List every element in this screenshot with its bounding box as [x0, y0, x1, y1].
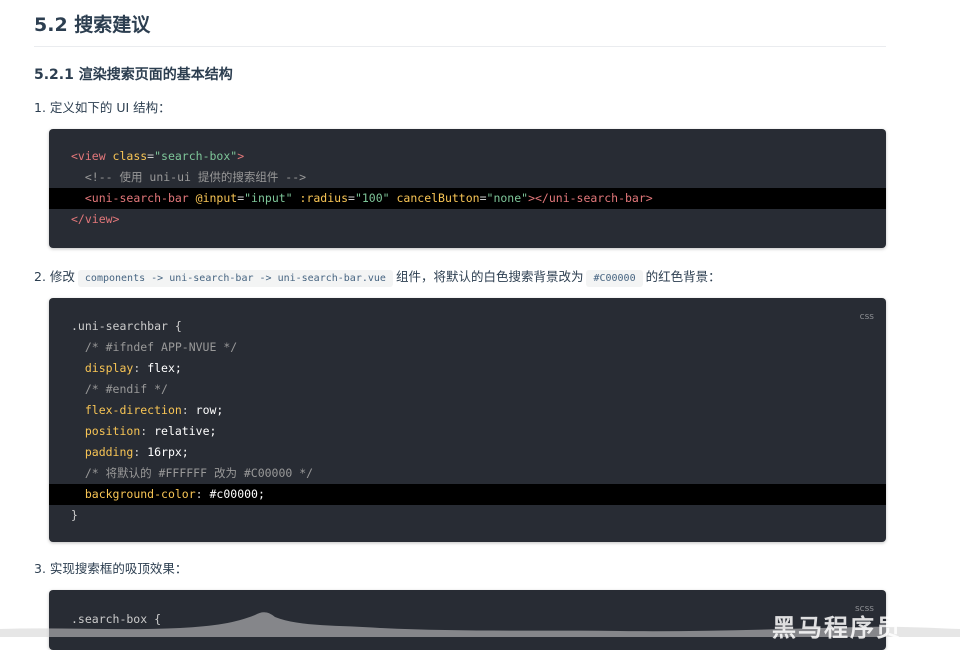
code-line: .uni-searchbar {	[71, 319, 182, 333]
inline-code-path: components -> uni-search-bar -> uni-sear…	[77, 270, 393, 287]
code-line-highlighted: <uni-search-bar @input="input" :radius="…	[49, 188, 886, 209]
code-line: padding: 16rpx;	[84, 445, 189, 459]
code-line: .search-box {	[71, 612, 162, 626]
code-line: <view class="search-box">	[71, 149, 245, 163]
language-label: css	[859, 312, 874, 322]
code-line: <!-- 使用 uni-ui 提供的搜索组件 -->	[84, 170, 307, 184]
code-line: position: relative;	[84, 424, 217, 438]
code-block-ui-structure: <view class="search-box"> <!-- 使用 uni-ui…	[49, 129, 886, 248]
inline-code-color: #C00000	[586, 270, 643, 287]
code-line: </view>	[71, 212, 120, 226]
section-heading: 5.2 搜索建议	[34, 10, 886, 47]
code-line: }	[71, 508, 78, 522]
code-line: display: flex;	[84, 361, 182, 375]
code-line: /* 将默认的 #FFFFFF 改为 #C00000 */	[84, 466, 314, 480]
step-2-text: 2. 修改 components -> uni-search-bar -> uni…	[34, 266, 721, 287]
subsection-heading: 5.2.1 渲染搜索页面的基本结构	[34, 67, 233, 83]
watermark-logo: 黑马程序员	[772, 614, 902, 642]
step-1-text: 1. 定义如下的 UI 结构：	[34, 100, 171, 115]
code-block-scss: scss .search-box {	[49, 590, 886, 650]
code-line: /* #ifndef APP-NVUE */	[84, 340, 238, 354]
code-line: /* #endif */	[84, 382, 168, 396]
code-line-highlighted: background-color: #c00000;	[49, 484, 886, 505]
code-block-css: css .uni-searchbar { /* #ifndef APP-NVUE…	[49, 298, 886, 542]
step-3-text: 3. 实现搜索框的吸顶效果：	[34, 561, 188, 576]
code-line: flex-direction: row;	[84, 403, 224, 417]
